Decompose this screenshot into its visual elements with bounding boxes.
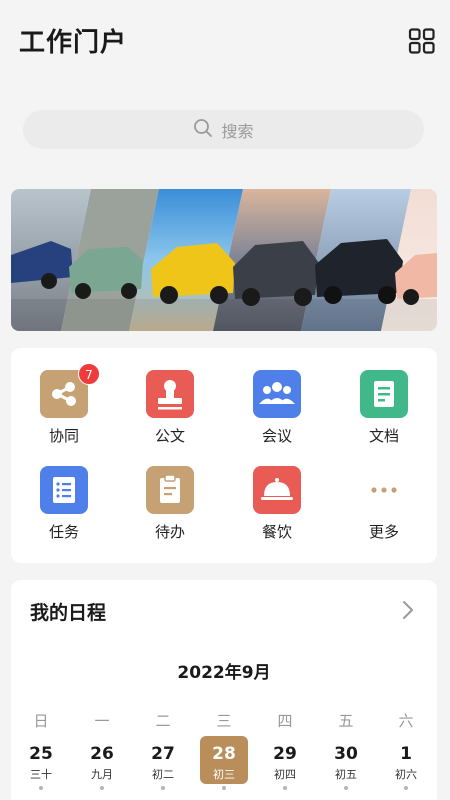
lunar-date: 初二 bbox=[152, 768, 174, 781]
calendar-day[interactable]: 29 初四 bbox=[261, 736, 309, 790]
event-dot bbox=[161, 786, 165, 790]
menu-item-label: 餐饮 bbox=[261, 523, 292, 541]
day-number: 27 bbox=[151, 744, 175, 764]
lunar-date: 三十 bbox=[30, 768, 52, 781]
calendar-day[interactable]: 1 初六 bbox=[382, 736, 430, 790]
event-dot bbox=[344, 786, 348, 790]
menu-item-todo[interactable]: 待办 bbox=[130, 466, 210, 546]
stamp-icon bbox=[146, 370, 194, 418]
chevron-right-icon[interactable] bbox=[400, 599, 416, 621]
clipboard-icon bbox=[146, 466, 194, 514]
calendar-day[interactable]: 25 三十 bbox=[17, 736, 65, 790]
menu-item-label: 文档 bbox=[368, 427, 399, 445]
day-number: 29 bbox=[273, 744, 297, 764]
menu-item-label: 待办 bbox=[154, 523, 185, 541]
menu-item-task[interactable]: 任务 bbox=[24, 466, 104, 546]
promo-banner[interactable] bbox=[11, 189, 437, 331]
weekday-label: 三 bbox=[216, 712, 232, 730]
calendar-day-selected[interactable]: 28 初三 bbox=[200, 736, 248, 790]
calendar-day[interactable]: 27 初二 bbox=[139, 736, 187, 790]
event-dot bbox=[222, 786, 226, 790]
schedule-title: 我的日程 bbox=[30, 602, 107, 624]
menu-item-dining[interactable]: 餐饮 bbox=[237, 466, 317, 546]
weekday-label: 六 bbox=[398, 712, 414, 730]
search-bar[interactable]: 搜索 bbox=[23, 110, 424, 149]
lunar-date: 初三 bbox=[213, 768, 235, 781]
calendar-day[interactable]: 26 九月 bbox=[78, 736, 126, 790]
lunar-date: 九月 bbox=[91, 768, 113, 781]
app-menu-card: 7 协同 公文 会议 文档 任务 待办 餐饮 更多 bbox=[11, 348, 437, 563]
day-number: 26 bbox=[90, 744, 114, 764]
schedule-card: 我的日程 2022年9月 日 一 二 三 四 五 六 25 三十 26 九月 2… bbox=[11, 580, 437, 800]
event-dot bbox=[39, 786, 43, 790]
more-dots-icon bbox=[360, 466, 408, 514]
weekday-label: 四 bbox=[277, 712, 293, 730]
menu-item-label: 公文 bbox=[154, 427, 185, 445]
search-icon bbox=[193, 118, 213, 142]
task-list-icon bbox=[40, 466, 88, 514]
unread-badge: 7 bbox=[78, 363, 100, 385]
search-input[interactable]: 搜索 bbox=[221, 118, 253, 142]
food-cloche-icon bbox=[253, 466, 301, 514]
menu-item-label: 会议 bbox=[261, 427, 292, 445]
event-dot bbox=[100, 786, 104, 790]
weekday-label: 二 bbox=[155, 712, 171, 730]
menu-item-document[interactable]: 文档 bbox=[344, 370, 424, 450]
people-icon bbox=[253, 370, 301, 418]
weekday-label: 一 bbox=[94, 712, 110, 730]
document-icon bbox=[360, 370, 408, 418]
event-dot bbox=[404, 786, 408, 790]
header: 工作门户 bbox=[0, 0, 450, 90]
apps-grid-icon[interactable] bbox=[408, 28, 436, 54]
day-number: 28 bbox=[212, 744, 236, 764]
calendar-month: 2022年9月 bbox=[177, 663, 271, 683]
day-number: 1 bbox=[400, 744, 412, 764]
weekday-label: 日 bbox=[33, 712, 49, 730]
menu-item-label: 协同 bbox=[48, 427, 79, 445]
lunar-date: 初五 bbox=[335, 768, 357, 781]
menu-item-collaboration[interactable]: 7 协同 bbox=[24, 363, 104, 450]
menu-item-label: 任务 bbox=[48, 523, 79, 541]
lunar-date: 初六 bbox=[395, 768, 417, 781]
menu-item-label: 更多 bbox=[368, 523, 399, 541]
menu-item-more[interactable]: 更多 bbox=[344, 466, 424, 546]
day-number: 25 bbox=[29, 744, 53, 764]
menu-item-meeting[interactable]: 会议 bbox=[237, 370, 317, 450]
page-title: 工作门户 bbox=[19, 28, 128, 58]
day-number: 30 bbox=[334, 744, 358, 764]
lunar-date: 初四 bbox=[274, 768, 296, 781]
event-dot bbox=[283, 786, 287, 790]
menu-item-official-docs[interactable]: 公文 bbox=[130, 370, 210, 450]
weekday-label: 五 bbox=[338, 712, 354, 730]
calendar-day[interactable]: 30 初五 bbox=[322, 736, 370, 790]
